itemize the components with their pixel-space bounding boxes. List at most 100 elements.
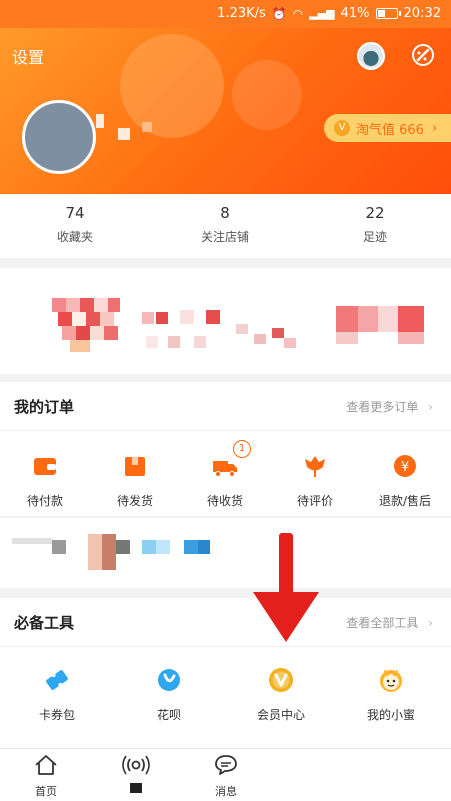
stat-followed-shops[interactable]: 8 关注店铺 [150,204,300,245]
banner-pixel [52,298,66,312]
username-pixelated [118,128,130,140]
tool-label: 卡券包 [38,708,75,722]
orders-more-label: 查看更多订单 [346,400,419,414]
tab-live[interactable] [106,753,166,793]
promo-pixel [116,540,130,554]
stat-favorites[interactable]: 74 收藏夹 [0,204,150,245]
stat-count: 8 [220,204,230,222]
taoqizhi-label: 淘气值 666 [356,122,424,138]
banner-pixel [70,340,90,352]
annotation-arrow-head [253,592,319,642]
stats-row: 74 收藏夹 8 关注店铺 22 足迹 [0,194,451,258]
banner-pixel [206,310,220,324]
order-item-label: 退款/售后 [378,494,432,508]
banner-pixel [80,298,94,312]
user-avatar[interactable] [22,100,96,174]
promo-pixel [142,540,156,554]
promo-pixel [198,540,210,554]
order-item-label: 待发货 [116,494,153,508]
taoqizhi-badge[interactable]: V 淘气值 666 › [324,114,451,142]
promo-pixel [52,540,66,554]
battery-percent: 41% [340,6,370,21]
username-pixelated [96,114,104,128]
order-pending-payment[interactable]: 待付款 [0,452,90,509]
refund-icon: ¥ [394,455,416,477]
live-icon [122,755,150,775]
wifi-icon: ◠ [292,6,304,21]
chevron-right-icon: › [428,616,433,630]
tools-section: 必备工具 查看全部工具 › 卡券包 花呗 会员中心 我的小蜜 [0,598,451,748]
tool-member-center[interactable]: 会员中心 [236,666,326,723]
banner-pixel [180,310,194,324]
banner-pixel [336,306,358,332]
tools-more-link[interactable]: 查看全部工具 › [346,614,433,631]
stat-label: 关注店铺 [200,230,249,244]
svg-text:¥: ¥ [401,460,409,475]
tab-label: 消息 [215,785,237,798]
order-pending-review[interactable]: 待评价 [270,452,360,509]
tools-more-label: 查看全部工具 [346,616,419,630]
profile-header: 设置 V 淘气值 666 › [0,28,451,194]
tool-huabei[interactable]: 花呗 [124,666,214,723]
settings-link[interactable]: 设置 [12,44,44,68]
promo-pixel [88,534,102,570]
order-pending-shipment[interactable]: 待发货 [90,452,180,509]
banner-pixel [272,328,284,338]
battery-icon [375,8,401,19]
orders-more-link[interactable]: 查看更多订单 › [346,398,433,415]
tool-my-assistant[interactable]: 我的小蜜 [346,666,436,723]
banner-pixel [104,326,118,340]
banner-pixel [72,312,86,326]
orders-section: 我的订单 查看更多订单 › 待付款 待发货 1 待收货 待评价 ¥ 退款/售后 [0,382,451,516]
banner-pixel [336,332,358,344]
truck-icon [213,461,237,477]
order-badge: 1 [233,440,251,458]
banner-pixel [358,306,378,332]
banner-pixel [142,312,154,324]
tool-label: 我的小蜜 [366,708,415,722]
tab-messages[interactable]: 消息 [196,753,256,799]
banner-pixel [86,312,100,326]
tab-home[interactable]: 首页 [16,753,76,799]
banner-pixel [168,336,180,348]
orders-title: 我的订单 [14,398,75,416]
box-icon [125,457,145,476]
banner-pixel [378,306,398,332]
banner-pixel [146,336,158,348]
banner-pixel [58,312,72,326]
divider [0,430,451,431]
banner-pixel [284,338,296,348]
status-bar: 1.23K/s ⏰ ◠ ▂▄▆ 41% 20:32 [0,0,451,28]
chevron-right-icon: › [428,400,433,414]
banner-pixel [66,298,80,312]
tab-label: 首页 [35,785,57,798]
banner-pixel [194,336,206,348]
banner-pixel [236,324,248,334]
skin-icon[interactable] [410,42,436,68]
bottom-tab-bar: 首页 消息 [0,748,451,801]
stat-footprints[interactable]: 22 足迹 [300,204,450,245]
chevron-right-icon: › [431,120,438,136]
vip-icon [269,668,293,692]
tab-live-indicator [130,783,142,793]
tools-title: 必备工具 [14,614,75,632]
divider [0,646,451,647]
tool-label: 花呗 [156,708,181,722]
theme-avatar[interactable] [357,42,385,70]
order-refund-aftersale[interactable]: ¥ 退款/售后 [360,452,450,509]
clock: 20:32 [403,6,441,21]
tool-coupon-wallet[interactable]: 卡券包 [12,666,102,723]
banner-pixel [398,306,424,332]
assistant-icon [380,670,402,692]
promo-pixel [184,540,198,554]
username-pixelated [142,122,152,132]
banner-pixel [90,326,104,340]
promo-pixel [156,540,170,554]
order-pending-receipt[interactable]: 1 待收货 [180,440,270,509]
banner-pixel [398,332,424,344]
promo-strip[interactable] [0,518,451,588]
banner-pixel [156,312,168,324]
promo-banner[interactable] [0,268,451,374]
stat-count: 74 [65,204,85,222]
order-item-label: 待付款 [26,494,63,508]
